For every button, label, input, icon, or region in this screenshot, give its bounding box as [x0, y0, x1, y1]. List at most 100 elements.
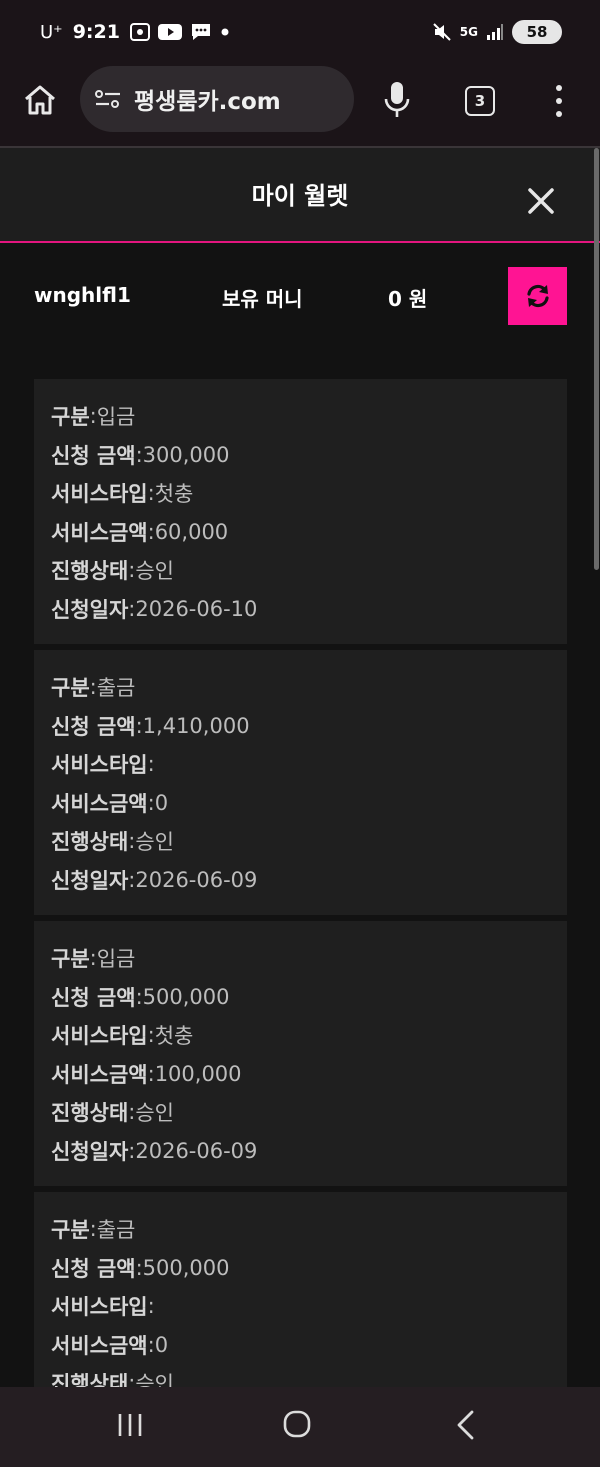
clock: 9:21 — [72, 21, 120, 43]
menu-dot — [556, 85, 562, 91]
tx-service-amount: 0 — [154, 790, 169, 815]
tx-label: 신청 금액 — [51, 1256, 136, 1281]
tx-service-type-row: 서비스타입: 첫충 — [51, 1016, 550, 1055]
tx-status-row: 진행상태: 승인 — [51, 1093, 550, 1132]
notification-dot-icon — [221, 28, 229, 36]
status-bar: U⁺ 9:21 5G 58 — [0, 0, 600, 64]
tx-date-row: 신청일자:2026-06-09 — [51, 861, 550, 900]
browser-toolbar: 평생룸카.com 3 — [0, 64, 600, 146]
tx-amount: 1,410,000 — [142, 713, 250, 738]
tx-label: 서비스타입 — [51, 753, 148, 778]
home-nav-icon[interactable] — [282, 1409, 312, 1439]
youtube-icon — [157, 24, 182, 40]
tx-date-row: 신청일자:2026-06-09 — [51, 1132, 550, 1171]
tx-service-amount-row: 서비스금액:0 — [51, 784, 550, 823]
transaction-card: 구분: 출금 신청 금액: 500,000 서비스타입: 서비스금액:0 진행상… — [34, 1192, 567, 1387]
back-icon[interactable] — [454, 1409, 476, 1441]
tx-label: 신청 금액 — [51, 985, 136, 1010]
money-label: 보유 머니 — [222, 287, 303, 311]
tx-label: 서비스타입 — [51, 482, 148, 507]
tx-category-row: 구분: 입금 — [51, 939, 550, 978]
tx-label: 서비스금액 — [51, 1062, 148, 1087]
wallet-summary: wnghlfl1 보유 머니 0 원 — [0, 245, 600, 345]
tx-category: 입금 — [96, 405, 136, 430]
status-right: 5G 58 — [432, 20, 562, 44]
address-bar[interactable]: 평생룸카.com — [80, 66, 354, 132]
tx-service-amount: 0 — [154, 1332, 169, 1357]
user-id: wnghlfl1 — [34, 283, 131, 307]
menu-dot — [556, 98, 562, 104]
tx-status-row: 진행상태: 승인 — [51, 822, 550, 861]
tx-label: 구분 — [51, 947, 90, 972]
menu-dot — [556, 111, 562, 117]
tx-status-row: 진행상태: 승인 — [51, 1364, 550, 1387]
notification-icons — [129, 22, 230, 42]
url-text[interactable]: 평생룸카.com — [134, 82, 281, 116]
tx-service-amount: 100,000 — [154, 1061, 242, 1086]
tx-category-row: 구분: 입금 — [51, 397, 550, 436]
tx-service-type-row: 서비스타입: 첫충 — [51, 474, 550, 513]
refresh-button[interactable] — [508, 267, 567, 325]
tx-service-type-row: 서비스타입: — [51, 745, 550, 784]
browser-menu-icon[interactable] — [549, 82, 569, 120]
tx-label: 서비스금액 — [51, 1333, 148, 1358]
tx-label: 구분 — [51, 1218, 90, 1243]
tx-label: 진행상태 — [51, 1372, 129, 1387]
tx-label: 진행상태 — [51, 559, 129, 584]
modal-header: 마이 월렛 — [0, 148, 600, 243]
tx-category-row: 구분: 출금 — [51, 1210, 550, 1249]
microphone-icon[interactable] — [382, 80, 412, 120]
tx-amount-row: 신청 금액: 500,000 — [51, 1249, 550, 1288]
money-value: 0 원 — [388, 287, 428, 311]
home-icon[interactable] — [22, 82, 58, 118]
tab-switcher-button[interactable]: 3 — [465, 86, 495, 116]
tx-service-type-row: 서비스타입: — [51, 1287, 550, 1326]
tx-status: 승인 — [135, 1101, 174, 1126]
tx-date-row: 신청일자:2026-06-10 — [51, 590, 550, 629]
status-left: U⁺ 9:21 — [40, 21, 432, 43]
site-settings-icon[interactable] — [94, 88, 122, 110]
tx-service-type: 첫충 — [154, 1024, 194, 1049]
tx-label: 진행상태 — [51, 1101, 129, 1126]
tx-amount: 300,000 — [142, 442, 230, 467]
tx-label: 신청일자 — [51, 597, 129, 622]
tx-service-type: 첫충 — [154, 482, 194, 507]
tx-amount-row: 신청 금액: 300,000 — [51, 436, 550, 475]
tx-label: 신청일자 — [51, 868, 129, 893]
tx-amount-row: 신청 금액: 1,410,000 — [51, 707, 550, 746]
transaction-list[interactable]: 구분: 입금 신청 금액: 300,000 서비스타입: 첫충 서비스금액:60,… — [34, 379, 567, 1387]
tx-label: 서비스타입 — [51, 1024, 148, 1049]
wallet-body[interactable]: wnghlfl1 보유 머니 0 원 구분: 입금 신청 금액: 300,000… — [0, 245, 600, 1387]
tx-service-amount-row: 서비스금액:60,000 — [51, 513, 550, 552]
refresh-icon — [526, 284, 549, 308]
tx-label: 신청 금액 — [51, 443, 136, 468]
tx-label: 서비스금액 — [51, 520, 148, 545]
system-nav-bar — [0, 1387, 600, 1467]
battery-indicator: 58 — [512, 20, 562, 44]
tx-service-amount-row: 서비스금액:0 — [51, 1326, 550, 1365]
tx-status: 승인 — [135, 1372, 174, 1387]
tx-date: 2026-06-10 — [135, 596, 258, 621]
tx-status: 승인 — [135, 830, 174, 855]
tx-service-amount: 60,000 — [154, 519, 229, 544]
tx-amount-row: 신청 금액: 500,000 — [51, 978, 550, 1017]
tx-amount: 500,000 — [142, 984, 230, 1009]
modal-title: 마이 월렛 — [251, 182, 349, 210]
tx-date: 2026-06-09 — [135, 1138, 258, 1163]
tx-category: 출금 — [96, 1218, 136, 1243]
recent-apps-icon[interactable] — [115, 1411, 145, 1439]
tx-date: 2026-06-09 — [135, 867, 258, 892]
scrollbar-thumb[interactable] — [594, 148, 599, 570]
tx-label: 서비스금액 — [51, 791, 148, 816]
tx-service-amount-row: 서비스금액:100,000 — [51, 1055, 550, 1094]
tx-status: 승인 — [135, 559, 174, 584]
screenshot-icon — [129, 23, 150, 41]
signal-icon — [487, 24, 503, 40]
tx-category-row: 구분: 출금 — [51, 668, 550, 707]
tx-label: 신청 금액 — [51, 714, 136, 739]
tx-label: 구분 — [51, 405, 90, 430]
carrier-label: U⁺ — [40, 21, 63, 43]
transaction-card: 구분: 입금 신청 금액: 300,000 서비스타입: 첫충 서비스금액:60,… — [34, 379, 567, 644]
tx-label: 서비스타입 — [51, 1295, 148, 1320]
close-icon[interactable] — [525, 185, 557, 217]
